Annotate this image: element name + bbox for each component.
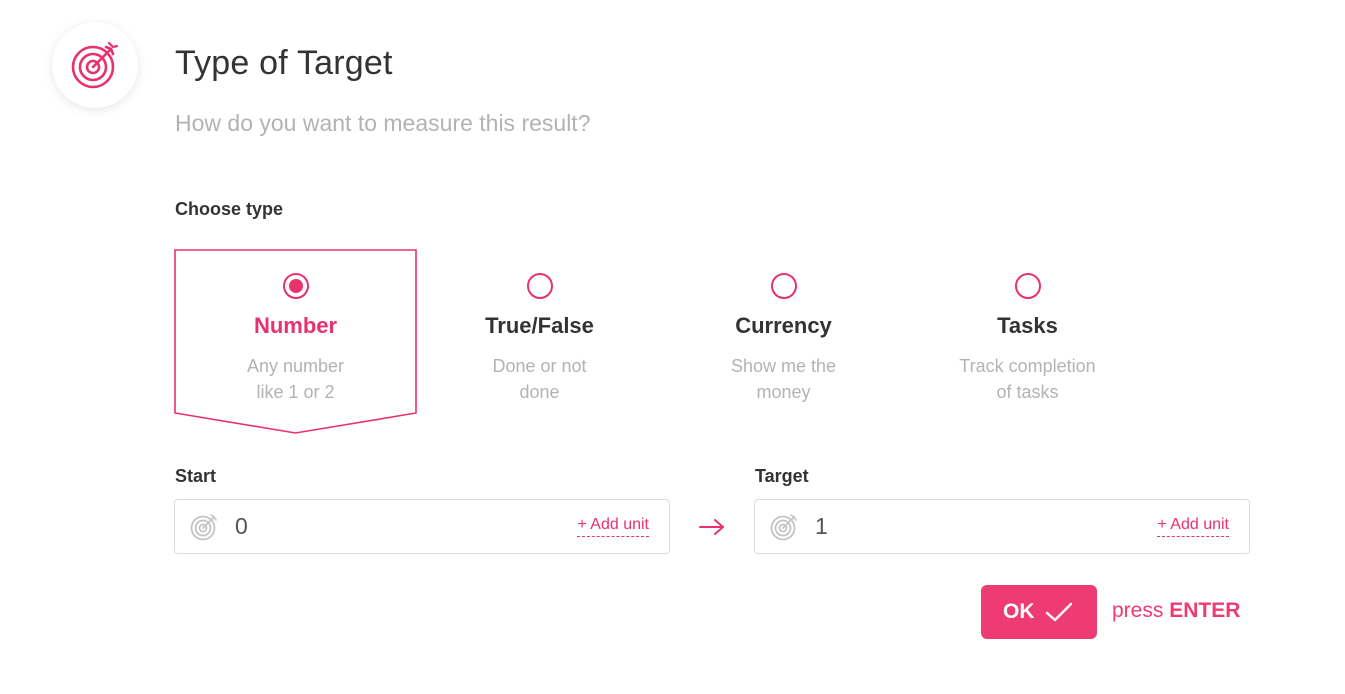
radio-currency[interactable] [770,273,797,299]
option-description: Show me the money [714,353,854,405]
start-label: Start [175,466,217,486]
target-field[interactable]: 1 + Add unit [754,499,1250,554]
start-field[interactable]: 0 + Add unit [174,499,670,554]
ok-label: OK [1003,600,1035,623]
option-desc-line: like 1 or 2 [256,382,335,402]
add-unit-link[interactable]: + Add unit [1157,516,1229,537]
hint-prefix: press [1112,599,1164,622]
option-desc-line: done [519,382,560,402]
option-desc-line: Show me the [730,356,837,376]
radio-number[interactable] [282,273,309,299]
keyboard-hint: press ENTER [1112,599,1240,623]
page-title: Type of Target [175,44,393,82]
option-tasks[interactable]: Tasks Track completion of tasks [906,249,1149,435]
option-desc-line: Track completion [959,356,1096,376]
option-name: Currency [735,313,832,338]
header-icon-badge [52,22,138,108]
option-currency[interactable]: Currency Show me the money [662,249,905,435]
start-value: 0 [235,513,248,539]
target-icon [770,514,797,541]
option-number[interactable]: Number Any number like 1 or 2 [174,249,417,435]
option-true-false[interactable]: True/False Done or not done [418,249,661,435]
add-unit-link[interactable]: + Add unit [577,516,649,537]
arrow-right-icon [699,519,724,535]
option-name: Tasks [997,313,1058,338]
radio-tasks[interactable] [1014,273,1041,299]
check-icon [1045,602,1073,622]
option-description: Done or not done [470,353,610,405]
target-icon [190,514,217,541]
hint-key: ENTER [1169,599,1241,622]
option-description: Any number like 1 or 2 [226,353,366,405]
option-name: Number [253,313,338,338]
radio-true-false[interactable] [526,273,553,299]
option-name: True/False [485,313,594,338]
page-subtitle: How do you want to measure this result? [175,110,591,136]
ok-button[interactable]: OK [981,585,1097,639]
target-value: 1 [815,513,828,539]
target-icon [71,41,119,89]
choose-type-label: Choose type [175,199,284,219]
option-desc-line: Done or not [492,356,587,376]
option-desc-line: of tasks [996,382,1059,402]
option-description: Track completion of tasks [958,353,1098,405]
option-desc-line: Any number [246,356,345,376]
target-type-dialog: Type of Target How do you want to measur… [0,0,1345,694]
type-options: Number Any number like 1 or 2 True/False… [174,249,1154,435]
target-label: Target [755,466,809,486]
option-desc-line: money [756,382,811,402]
